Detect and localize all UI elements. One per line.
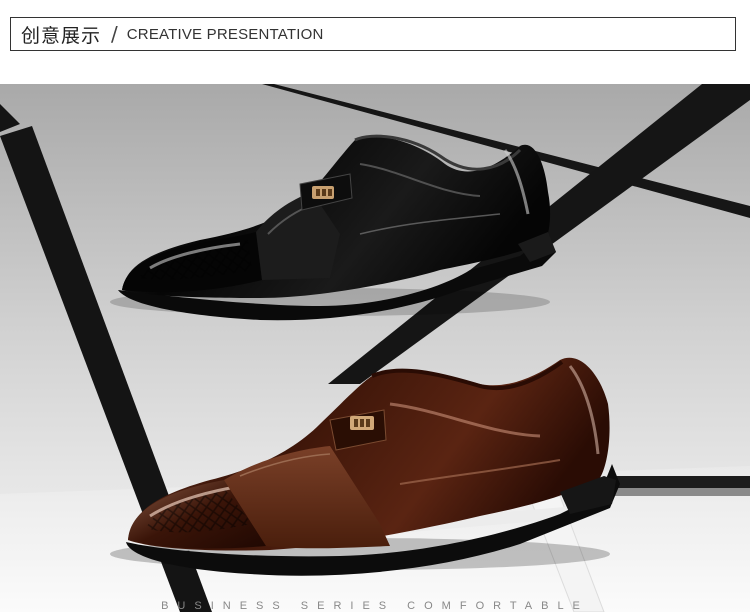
section-title-chinese: 创意展示 <box>21 24 102 47</box>
product-photo <box>0 84 750 612</box>
section-header: 创意展示 / CREATIVE PRESENTATION <box>10 17 736 51</box>
footer-caption: BUSINESS SERIES COMFORTABLE <box>161 600 589 612</box>
section-title-english: CREATIVE PRESENTATION <box>126 25 324 43</box>
title-separator: / <box>111 22 118 46</box>
